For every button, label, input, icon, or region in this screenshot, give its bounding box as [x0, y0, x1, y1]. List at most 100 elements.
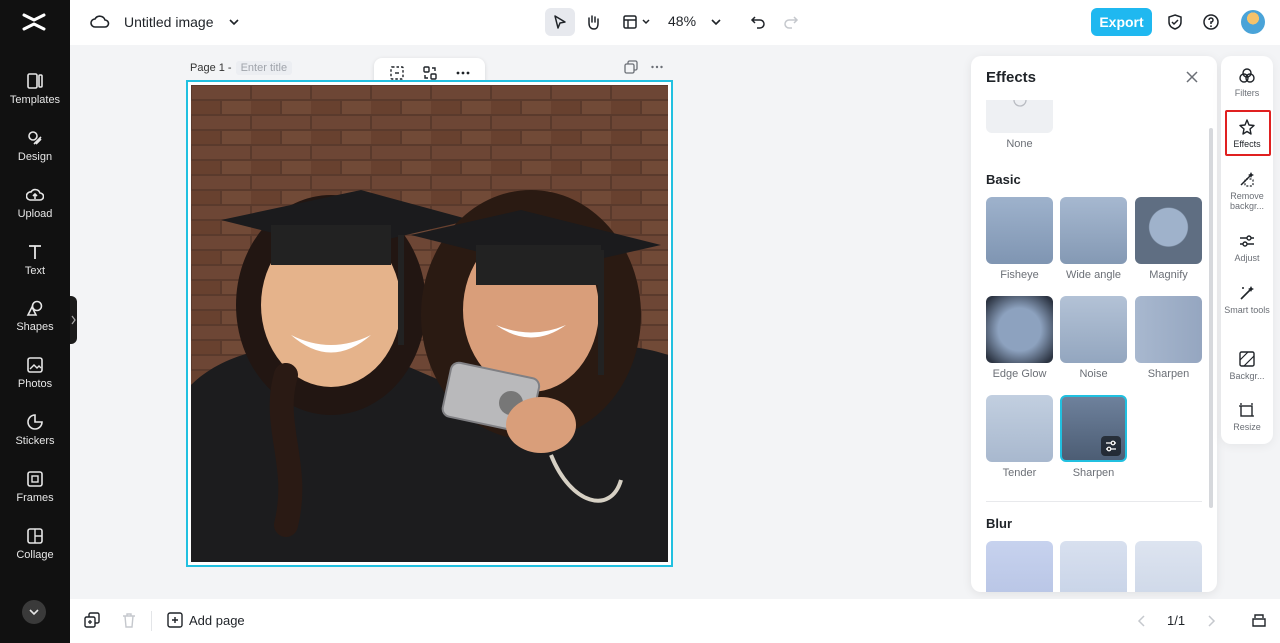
nav-upload-label: Upload — [17, 208, 53, 220]
remove-background-icon — [1240, 172, 1254, 187]
canvas-page[interactable] — [186, 80, 673, 567]
rail-resize[interactable]: Resize — [1221, 401, 1273, 432]
effect-tile-edge-glow[interactable] — [986, 296, 1053, 363]
rail-filters[interactable]: Filters — [1221, 67, 1273, 98]
background-icon — [1239, 351, 1255, 367]
selected-photo[interactable] — [191, 85, 668, 562]
effect-label: Fisheye — [1000, 269, 1039, 281]
nav-shapes[interactable]: Shapes — [0, 299, 70, 349]
effect-settings-button[interactable] — [1101, 436, 1121, 456]
chevron-down-icon — [29, 609, 39, 616]
help-button[interactable] — [1196, 8, 1226, 36]
add-page-button[interactable]: Add page — [167, 612, 245, 628]
nav-design-label: Design — [17, 151, 53, 163]
avatar[interactable] — [1241, 10, 1265, 34]
rail-remove-background[interactable]: Remove backgr... — [1221, 170, 1273, 211]
next-page-icon[interactable] — [1205, 614, 1217, 628]
replace-icon[interactable] — [422, 65, 438, 81]
frames-icon — [27, 471, 43, 487]
redo-button[interactable] — [776, 8, 806, 36]
pointer-icon — [554, 15, 566, 29]
capcut-logo-icon[interactable] — [21, 11, 47, 33]
none-icon — [1013, 100, 1027, 107]
rail-resize-label: Resize — [1233, 422, 1261, 432]
page-more-icon[interactable] — [650, 60, 664, 74]
shield-button[interactable] — [1160, 8, 1190, 36]
panel-scrollbar[interactable] — [1209, 128, 1213, 508]
sidebar-collapse-tab[interactable] — [70, 296, 77, 344]
nav-photos[interactable]: Photos — [0, 356, 70, 406]
cloud-icon[interactable] — [90, 14, 110, 30]
add-page-label: Add page — [189, 612, 245, 628]
account-menu-button[interactable] — [22, 600, 46, 624]
sliders-icon — [1106, 440, 1116, 452]
nav-collage[interactable]: Collage — [0, 527, 70, 577]
shield-icon — [1168, 14, 1182, 30]
layers-icon[interactable] — [1251, 612, 1267, 628]
shapes-icon — [26, 300, 43, 316]
select-area-icon[interactable] — [389, 65, 405, 81]
chevron-down-icon — [711, 19, 721, 26]
nav-frames-label: Frames — [16, 492, 54, 504]
hand-tool-button[interactable] — [578, 8, 608, 36]
rail-background[interactable]: Backgr... — [1221, 350, 1273, 381]
close-icon[interactable] — [1185, 70, 1199, 84]
trash-icon[interactable] — [121, 612, 137, 628]
blur-effect-tile[interactable] — [1060, 541, 1127, 592]
nav-design[interactable]: Design — [0, 129, 70, 179]
effect-tile-tender[interactable] — [986, 395, 1053, 462]
nav-templates[interactable]: Templates — [0, 72, 70, 122]
zoom-menu-button[interactable] — [701, 8, 731, 36]
chevron-down-icon[interactable] — [228, 16, 240, 28]
rail-background-label: Backgr... — [1229, 371, 1265, 381]
chevron-down-icon — [641, 19, 650, 25]
filters-icon — [1239, 68, 1255, 83]
nav-collage-label: Collage — [16, 549, 54, 561]
photos-icon — [27, 357, 43, 373]
effect-tile-sharpen-selected[interactable] — [1060, 395, 1127, 462]
effect-tile-fisheye[interactable] — [986, 197, 1053, 264]
layout-menu-button[interactable] — [616, 8, 656, 36]
nav-frames[interactable]: Frames — [0, 470, 70, 520]
adjust-icon — [1240, 235, 1254, 247]
undo-button[interactable] — [743, 8, 773, 36]
effect-label: Edge Glow — [992, 368, 1047, 380]
duplicate-page-icon[interactable] — [624, 60, 638, 74]
previous-page-icon[interactable] — [1136, 614, 1148, 628]
design-icon — [28, 131, 42, 145]
panel-title: Effects — [986, 69, 1037, 86]
effect-label: Sharpen — [1072, 467, 1115, 479]
rail-remove-background-label: Remove backgr... — [1229, 191, 1265, 211]
nav-stickers[interactable]: Stickers — [0, 413, 70, 463]
export-button[interactable]: Export — [1091, 8, 1152, 36]
effects-highlight-box — [1225, 110, 1271, 156]
effect-none-label: None — [1006, 138, 1033, 150]
effect-label: Tender — [1002, 467, 1037, 479]
page-counter: 1/1 — [1167, 613, 1186, 628]
stickers-icon — [27, 414, 43, 430]
effect-label: Noise — [1079, 368, 1108, 380]
duplicate-icon[interactable] — [84, 612, 100, 628]
effect-tile-sharpen[interactable] — [1135, 296, 1202, 363]
hand-icon — [588, 15, 599, 30]
blur-effect-tile[interactable] — [1135, 541, 1202, 592]
blur-effect-tile[interactable] — [986, 541, 1053, 592]
rail-smart-tools[interactable]: Smart tools — [1221, 284, 1273, 315]
rail-smart-tools-label: Smart tools — [1224, 305, 1270, 315]
zoom-level[interactable]: 48% — [668, 13, 696, 29]
rail-adjust[interactable]: Adjust — [1221, 232, 1273, 263]
templates-icon — [27, 73, 43, 89]
effect-label: Sharpen — [1147, 368, 1190, 380]
document-title[interactable]: Untitled image — [124, 14, 214, 30]
effect-tile-wide-angle[interactable] — [1060, 197, 1127, 264]
nav-upload[interactable]: Upload — [0, 186, 70, 236]
effect-none-tile[interactable] — [986, 100, 1053, 133]
effect-tile-magnify[interactable] — [1135, 197, 1202, 264]
select-tool-button[interactable] — [545, 8, 575, 36]
nav-templates-label: Templates — [9, 94, 61, 106]
help-icon — [1203, 14, 1219, 30]
page-title-input[interactable]: Enter title — [235, 61, 293, 75]
effect-tile-noise[interactable] — [1060, 296, 1127, 363]
nav-text[interactable]: Text — [0, 243, 70, 293]
more-icon[interactable] — [455, 65, 471, 81]
